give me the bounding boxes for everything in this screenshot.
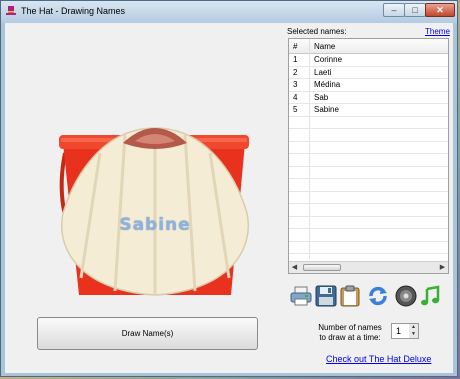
empty-row (289, 204, 448, 217)
clipboard-icon[interactable] (339, 285, 361, 307)
chevron-down-icon[interactable]: ▼ (409, 331, 418, 338)
table-row[interactable]: 4 Sab (289, 92, 448, 104)
maximize-button[interactable]: □ (404, 3, 426, 17)
window-title: The Hat - Drawing Names (21, 6, 126, 16)
scroll-left-arrow-icon[interactable]: ◀ (290, 263, 299, 272)
empty-row (289, 242, 448, 254)
refresh-icon[interactable] (367, 285, 389, 307)
empty-row (289, 229, 448, 242)
row-name: Corinne (314, 55, 343, 64)
table-header: # Name (289, 39, 448, 54)
selected-names-table[interactable]: # Name 1 Corinne 2 Laeti 3 Médina 4 Sab … (288, 38, 449, 274)
theme-link[interactable]: Theme (425, 27, 450, 36)
close-button[interactable]: ✕ (425, 3, 455, 17)
column-header-number[interactable]: # (293, 42, 297, 51)
row-name: Sabine (314, 105, 339, 114)
app-window: The Hat - Drawing Names – □ ✕ Sabine Dra… (0, 0, 458, 377)
row-name: Médina (314, 80, 341, 89)
horizontal-scrollbar[interactable]: ◀ ▶ (289, 261, 448, 273)
hat-image (45, 113, 265, 313)
hat-icon (6, 6, 16, 15)
deluxe-link[interactable]: Check out The Hat Deluxe (326, 354, 431, 364)
names-per-draw-stepper[interactable]: 1 ▲ ▼ (391, 323, 419, 339)
title-bar[interactable]: The Hat - Drawing Names – □ ✕ (1, 1, 457, 23)
draw-names-button[interactable]: Draw Name(s) (37, 317, 258, 350)
scroll-right-arrow-icon[interactable]: ▶ (438, 263, 447, 272)
printer-icon[interactable] (290, 285, 312, 307)
empty-row (289, 129, 448, 142)
stepper-value[interactable]: 1 (396, 326, 401, 336)
scrollbar-thumb[interactable] (303, 264, 341, 271)
table-row[interactable]: 3 Médina (289, 79, 448, 92)
empty-row (289, 154, 448, 167)
row-number: 2 (293, 67, 298, 77)
empty-row (289, 142, 448, 154)
row-number: 1 (293, 55, 298, 64)
table-row[interactable]: 2 Laeti (289, 67, 448, 79)
speaker-icon[interactable] (395, 285, 417, 307)
minimize-button[interactable]: – (383, 3, 405, 17)
table-row[interactable]: 1 Corinne (289, 54, 448, 67)
empty-row (289, 117, 448, 129)
row-number: 4 (293, 92, 298, 102)
drawn-name: Sabine (119, 215, 191, 235)
names-per-draw-label: Number of names to draw at a time: (318, 323, 382, 342)
empty-row (289, 167, 448, 179)
main-panel: Sabine Draw Name(s) Selected names: Them… (5, 23, 453, 373)
empty-row (289, 192, 448, 204)
selected-names-label: Selected names: (287, 27, 347, 36)
chevron-up-icon[interactable]: ▲ (409, 324, 418, 331)
empty-row (289, 179, 448, 192)
row-number: 5 (293, 105, 298, 114)
table-row[interactable]: 5 Sabine (289, 104, 448, 117)
save-icon[interactable] (315, 285, 337, 307)
column-header-name[interactable]: Name (314, 42, 335, 51)
music-note-icon[interactable] (419, 285, 441, 307)
empty-row (289, 217, 448, 229)
row-number: 3 (293, 80, 298, 89)
bucket-shell-illustration (59, 127, 249, 296)
row-name: Sab (314, 92, 329, 102)
row-name: Laeti (314, 67, 332, 77)
